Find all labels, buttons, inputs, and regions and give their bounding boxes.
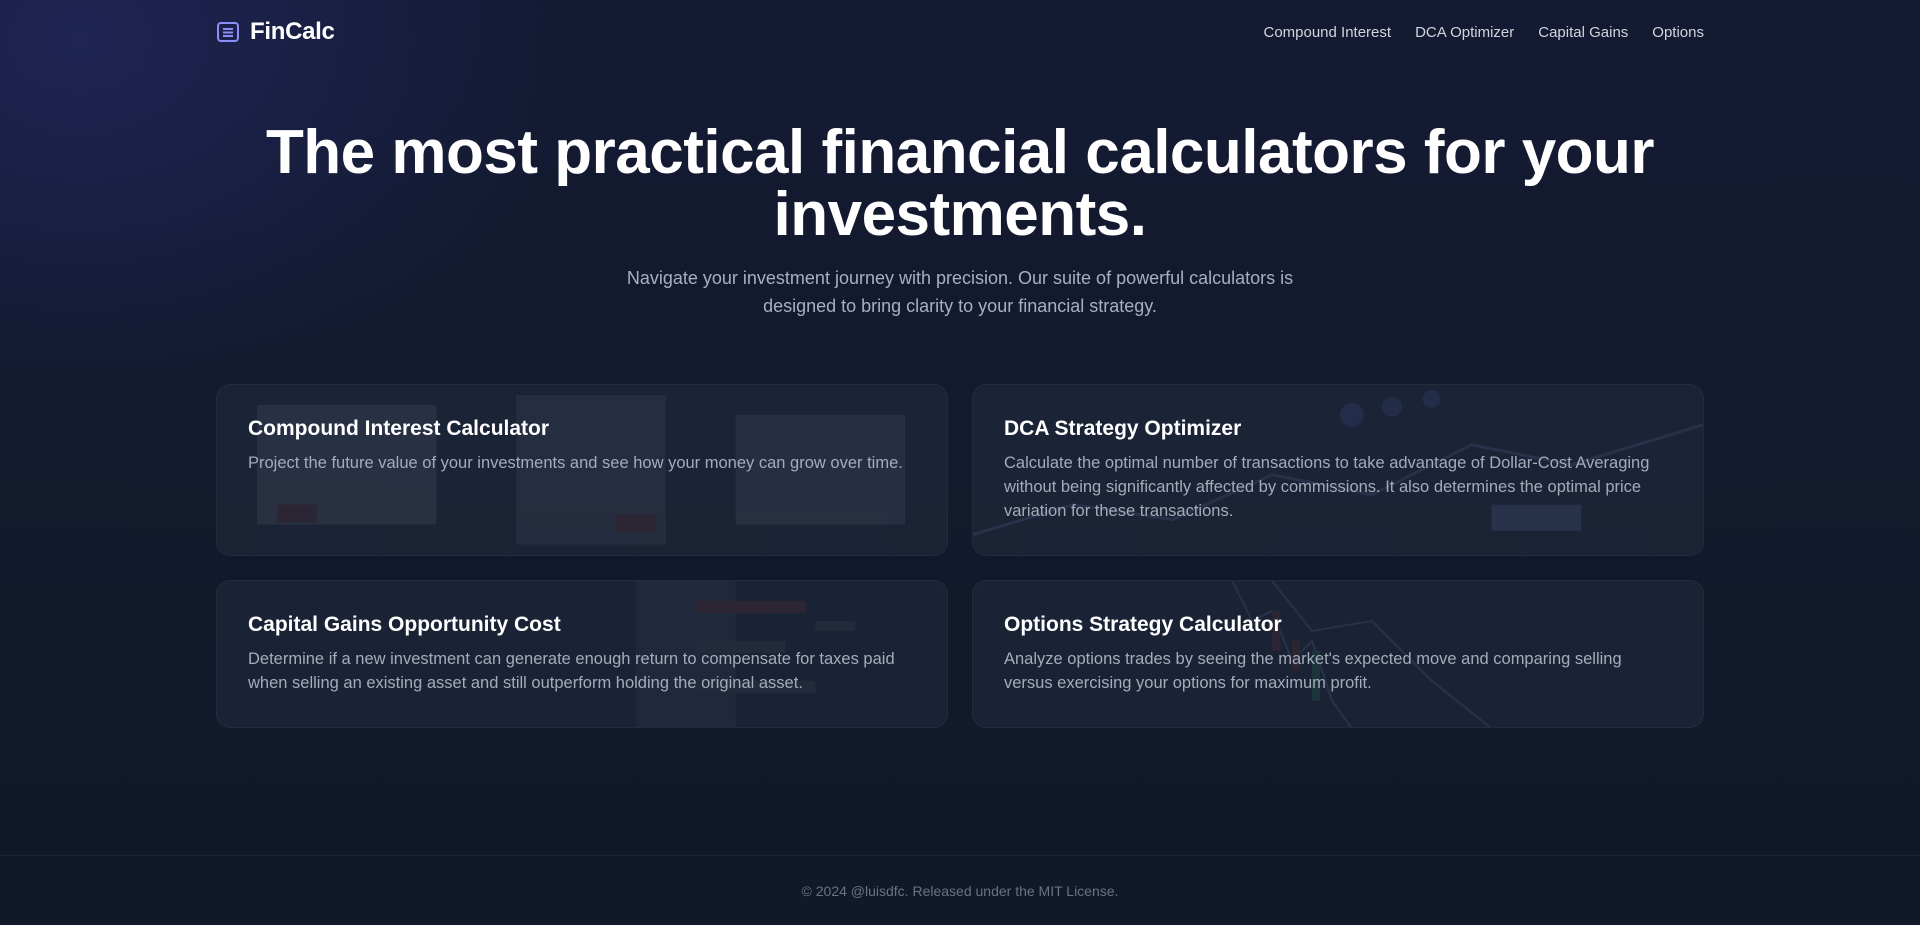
top-navbar: FinCalc Compound Interest DCA Optimizer … bbox=[216, 0, 1704, 64]
card-dca-optimizer[interactable]: DCA Strategy Optimizer Calculate the opt… bbox=[972, 384, 1704, 556]
footer-copyright: © 2024 @luisdfc. Released under the MIT … bbox=[801, 882, 1119, 899]
card-description: Analyze options trades by seeing the mar… bbox=[1004, 650, 1622, 692]
card-options-strategy[interactable]: Options Strategy Calculator Analyze opti… bbox=[972, 580, 1704, 728]
nav-link-dca-optimizer[interactable]: DCA Optimizer bbox=[1415, 24, 1514, 41]
brand-name: FinCalc bbox=[250, 18, 335, 45]
card-description: Project the future value of your investm… bbox=[248, 454, 903, 472]
calculator-icon bbox=[216, 20, 240, 44]
card-capital-gains[interactable]: Capital Gains Opportunity Cost Determine… bbox=[216, 580, 948, 728]
card-title: Options Strategy Calculator bbox=[1004, 613, 1282, 636]
main-nav: Compound Interest DCA Optimizer Capital … bbox=[1263, 24, 1704, 41]
card-description: Determine if a new investment can genera… bbox=[248, 650, 895, 692]
card-title: DCA Strategy Optimizer bbox=[1004, 417, 1242, 440]
card-description: Calculate the optimal number of transact… bbox=[1004, 454, 1650, 520]
hero-title: The most practical financial calculators… bbox=[265, 118, 1655, 249]
calculator-grid: Compound Interest Calculator Project the… bbox=[216, 384, 1704, 728]
nav-link-capital-gains[interactable]: Capital Gains bbox=[1538, 24, 1628, 41]
hero-subtitle: Navigate your investment journey with pr… bbox=[626, 268, 1294, 316]
card-title: Compound Interest Calculator bbox=[248, 417, 550, 440]
card-title: Capital Gains Opportunity Cost bbox=[248, 613, 561, 636]
footer: © 2024 @luisdfc. Released under the MIT … bbox=[0, 855, 1920, 925]
card-compound-interest[interactable]: Compound Interest Calculator Project the… bbox=[216, 384, 948, 556]
nav-link-compound-interest[interactable]: Compound Interest bbox=[1263, 24, 1391, 41]
hero-section: The most practical financial calculators… bbox=[0, 122, 1920, 320]
nav-link-options[interactable]: Options bbox=[1652, 24, 1704, 41]
brand-link[interactable]: FinCalc bbox=[216, 18, 335, 46]
page: FinCalc Compound Interest DCA Optimizer … bbox=[0, 0, 1920, 925]
